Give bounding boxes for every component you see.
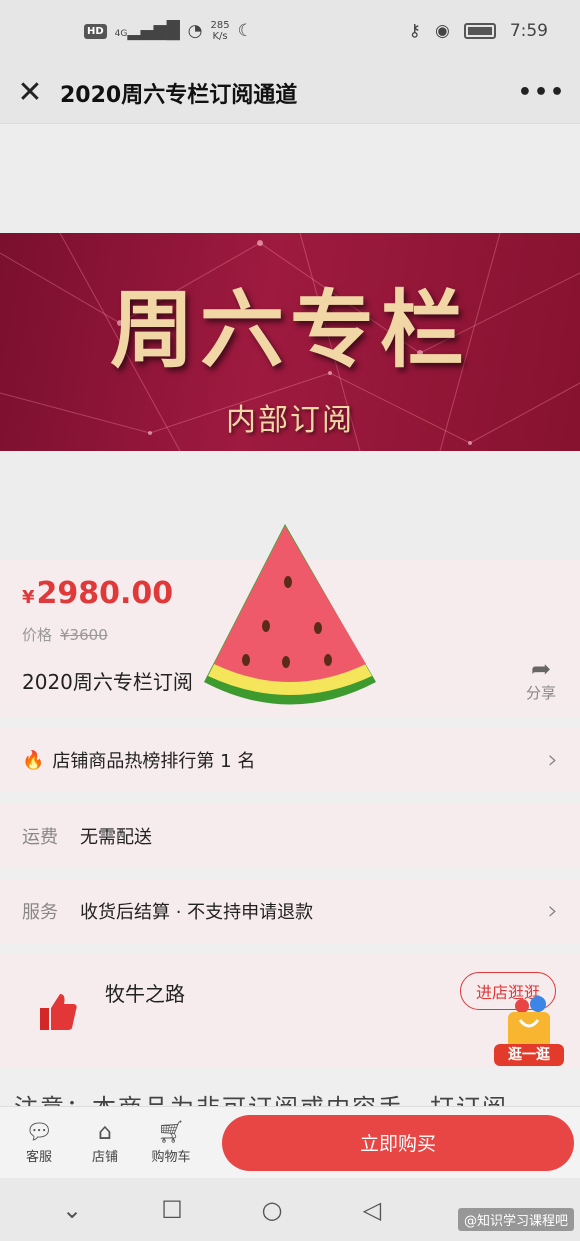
chevron-right-icon: › <box>547 745 558 775</box>
wifi-icon: ◔ <box>187 21 203 41</box>
service-value: 收货后结算 · 不支持申请退款 <box>80 902 314 923</box>
signal-icon: 4G▂▄▆█ <box>114 21 180 41</box>
watermark: @知识学习课程吧 <box>457 1208 574 1231</box>
shop-card: 牧牛之路 进店逛逛 <box>0 954 580 1068</box>
customer-service-button[interactable]: 💬︎ 客服 <box>6 1120 72 1165</box>
shop-name: 牧牛之路 <box>105 982 185 1006</box>
chevron-right-icon: › <box>547 896 558 926</box>
cart-button[interactable]: 🛒︎ 购物车 <box>138 1120 204 1165</box>
chat-icon: 💬︎ <box>25 1120 53 1145</box>
bottom-action-bar: 💬︎ 客服 ⌂ 店铺 🛒︎ 购物车 立即购买 <box>0 1106 580 1178</box>
original-price: 价格 ¥3600 <box>22 626 108 644</box>
service-label: 服务 <box>22 902 58 923</box>
buy-now-button[interactable]: 立即购买 <box>222 1114 574 1171</box>
status-bar: HD 4G▂▄▆█ ◔ 285 K/s ☾ ⚷ ◉ 7:59 <box>0 0 580 62</box>
moon-icon: ☾ <box>237 21 253 41</box>
stroll-label: 逛一逛 <box>494 1044 564 1066</box>
service-row[interactable]: 服务 收货后结算 · 不支持申请退款 › <box>0 879 580 943</box>
thumbs-up-icon <box>40 994 77 1030</box>
notice-text: 注意：本商品为非可订阅或内容手，打订阅 <box>14 1094 508 1108</box>
product-name: 2020周六专栏订阅 <box>22 670 193 694</box>
system-nav-bar: ⌄ ☐ ○ ◁ @知识学习课程吧 <box>0 1178 580 1241</box>
back-icon[interactable]: ◁ <box>322 1196 422 1224</box>
rank-text: 店铺商品热榜排行第 1 名 <box>52 751 256 772</box>
page-title: 2020周六专栏订阅通道 <box>60 82 298 108</box>
banner-subtitle: 内部订阅 <box>226 403 354 438</box>
close-icon[interactable]: ✕ <box>0 75 60 110</box>
chevron-down-icon[interactable]: ⌄ <box>22 1196 122 1224</box>
home-icon[interactable]: ○ <box>222 1196 322 1224</box>
current-price: ¥2980.00 <box>22 576 174 611</box>
eye-icon: ◉ <box>434 21 450 41</box>
title-bar: ✕ 2020周六专栏订阅通道 ••• <box>0 62 580 124</box>
shipping-value: 无需配送 <box>80 827 152 848</box>
stroll-float-button[interactable]: 逛一逛 <box>494 996 564 1066</box>
shipping-label: 运费 <box>22 827 58 848</box>
store-button[interactable]: ⌂ 店铺 <box>72 1120 138 1165</box>
clock: 7:59 <box>509 21 548 41</box>
fire-icon: 🔥 <box>22 749 45 771</box>
hd-badge: HD <box>84 23 107 39</box>
share-icon: ➦ <box>530 655 552 683</box>
notice-section: 注意：本商品为非可订阅或内容手，打订阅 <box>0 1068 580 1108</box>
shop-rank-row[interactable]: 🔥 店铺商品热榜排行第 1 名 › <box>0 728 580 792</box>
network-speed: 285 K/s <box>210 20 230 42</box>
share-button[interactable]: ➦ 分享 <box>526 656 556 703</box>
share-label: 分享 <box>525 684 556 702</box>
store-icon: ⌂ <box>98 1120 112 1145</box>
banner-title: 周六专栏 <box>109 281 470 379</box>
recents-icon[interactable]: ☐ <box>122 1196 222 1224</box>
cart-icon: 🛒︎ <box>157 1120 185 1145</box>
more-icon[interactable]: ••• <box>504 80 580 105</box>
watermelon-sticker <box>204 524 376 705</box>
key-icon: ⚷ <box>408 21 421 41</box>
shipping-row: 运费 无需配送 <box>0 804 580 868</box>
battery-icon <box>463 23 496 39</box>
product-banner: 周六专栏 内部订阅 <box>0 233 580 451</box>
